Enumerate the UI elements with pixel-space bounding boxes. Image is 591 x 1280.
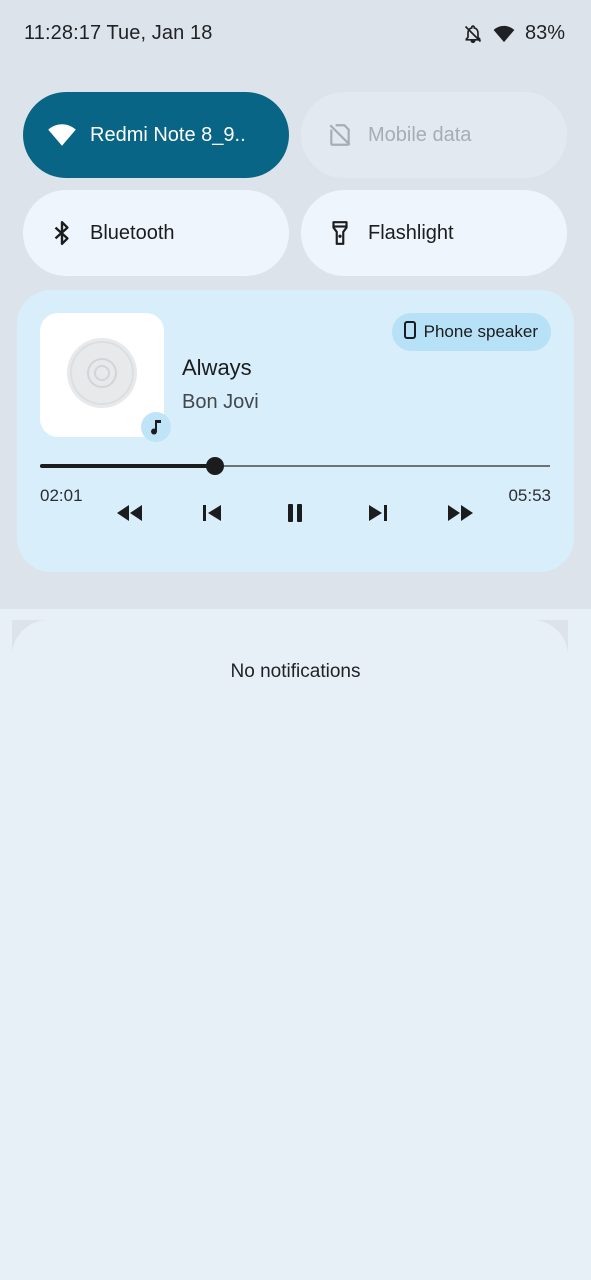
skip-next-icon xyxy=(369,505,387,521)
pause-icon xyxy=(288,504,302,522)
status-clock: 11:28:17 Tue, Jan 18 xyxy=(24,22,213,44)
no-sim-icon xyxy=(325,120,355,150)
flashlight-icon xyxy=(325,218,355,248)
tile-flashlight-label: Flashlight xyxy=(368,221,454,244)
output-device-label: Phone speaker xyxy=(423,322,538,341)
tile-mobile-data[interactable]: Mobile data xyxy=(301,92,567,178)
track-title: Always xyxy=(182,355,252,380)
fast-forward-button[interactable] xyxy=(445,498,477,528)
tile-wifi[interactable]: Redmi Note 8_9.. xyxy=(23,92,289,178)
seek-thumb[interactable] xyxy=(205,457,224,475)
wifi-icon xyxy=(47,120,77,150)
bluetooth-icon xyxy=(47,218,77,248)
seek-bar[interactable] xyxy=(40,456,550,476)
seek-progress xyxy=(40,464,215,468)
pause-button[interactable] xyxy=(279,498,311,528)
disc-icon xyxy=(67,338,137,408)
status-icons: 83% xyxy=(463,22,565,45)
album-art xyxy=(40,313,171,442)
tile-bluetooth-label: Bluetooth xyxy=(90,221,175,244)
phone-icon xyxy=(403,320,416,344)
tile-mobile-data-label: Mobile data xyxy=(368,123,472,146)
tile-wifi-label: Redmi Note 8_9.. xyxy=(90,123,246,146)
no-notifications-text: No notifications xyxy=(230,661,361,682)
skip-next-button[interactable] xyxy=(362,498,394,528)
skip-previous-icon xyxy=(203,505,221,521)
status-bar: 11:28:17 Tue, Jan 18 83% xyxy=(0,0,591,70)
notification-panel[interactable] xyxy=(12,620,568,1280)
skip-previous-button[interactable] xyxy=(196,498,228,528)
output-device-chip[interactable]: Phone speaker xyxy=(391,313,551,351)
track-artist: Bon Jovi xyxy=(182,391,259,413)
battery-text: 83% xyxy=(524,22,565,44)
music-note-icon xyxy=(141,412,171,442)
tile-flashlight[interactable]: Flashlight xyxy=(301,190,567,276)
tile-bluetooth[interactable]: Bluetooth xyxy=(23,190,289,276)
rewind-button[interactable] xyxy=(113,498,145,528)
fast-forward-icon xyxy=(448,505,473,521)
rewind-icon xyxy=(117,505,142,521)
media-player-card[interactable]: Phone speaker Always Bon Jovi 02:01 05:5… xyxy=(17,290,574,572)
playback-controls xyxy=(17,498,574,528)
notifications-off-icon xyxy=(463,24,483,44)
wifi-icon xyxy=(493,25,515,43)
